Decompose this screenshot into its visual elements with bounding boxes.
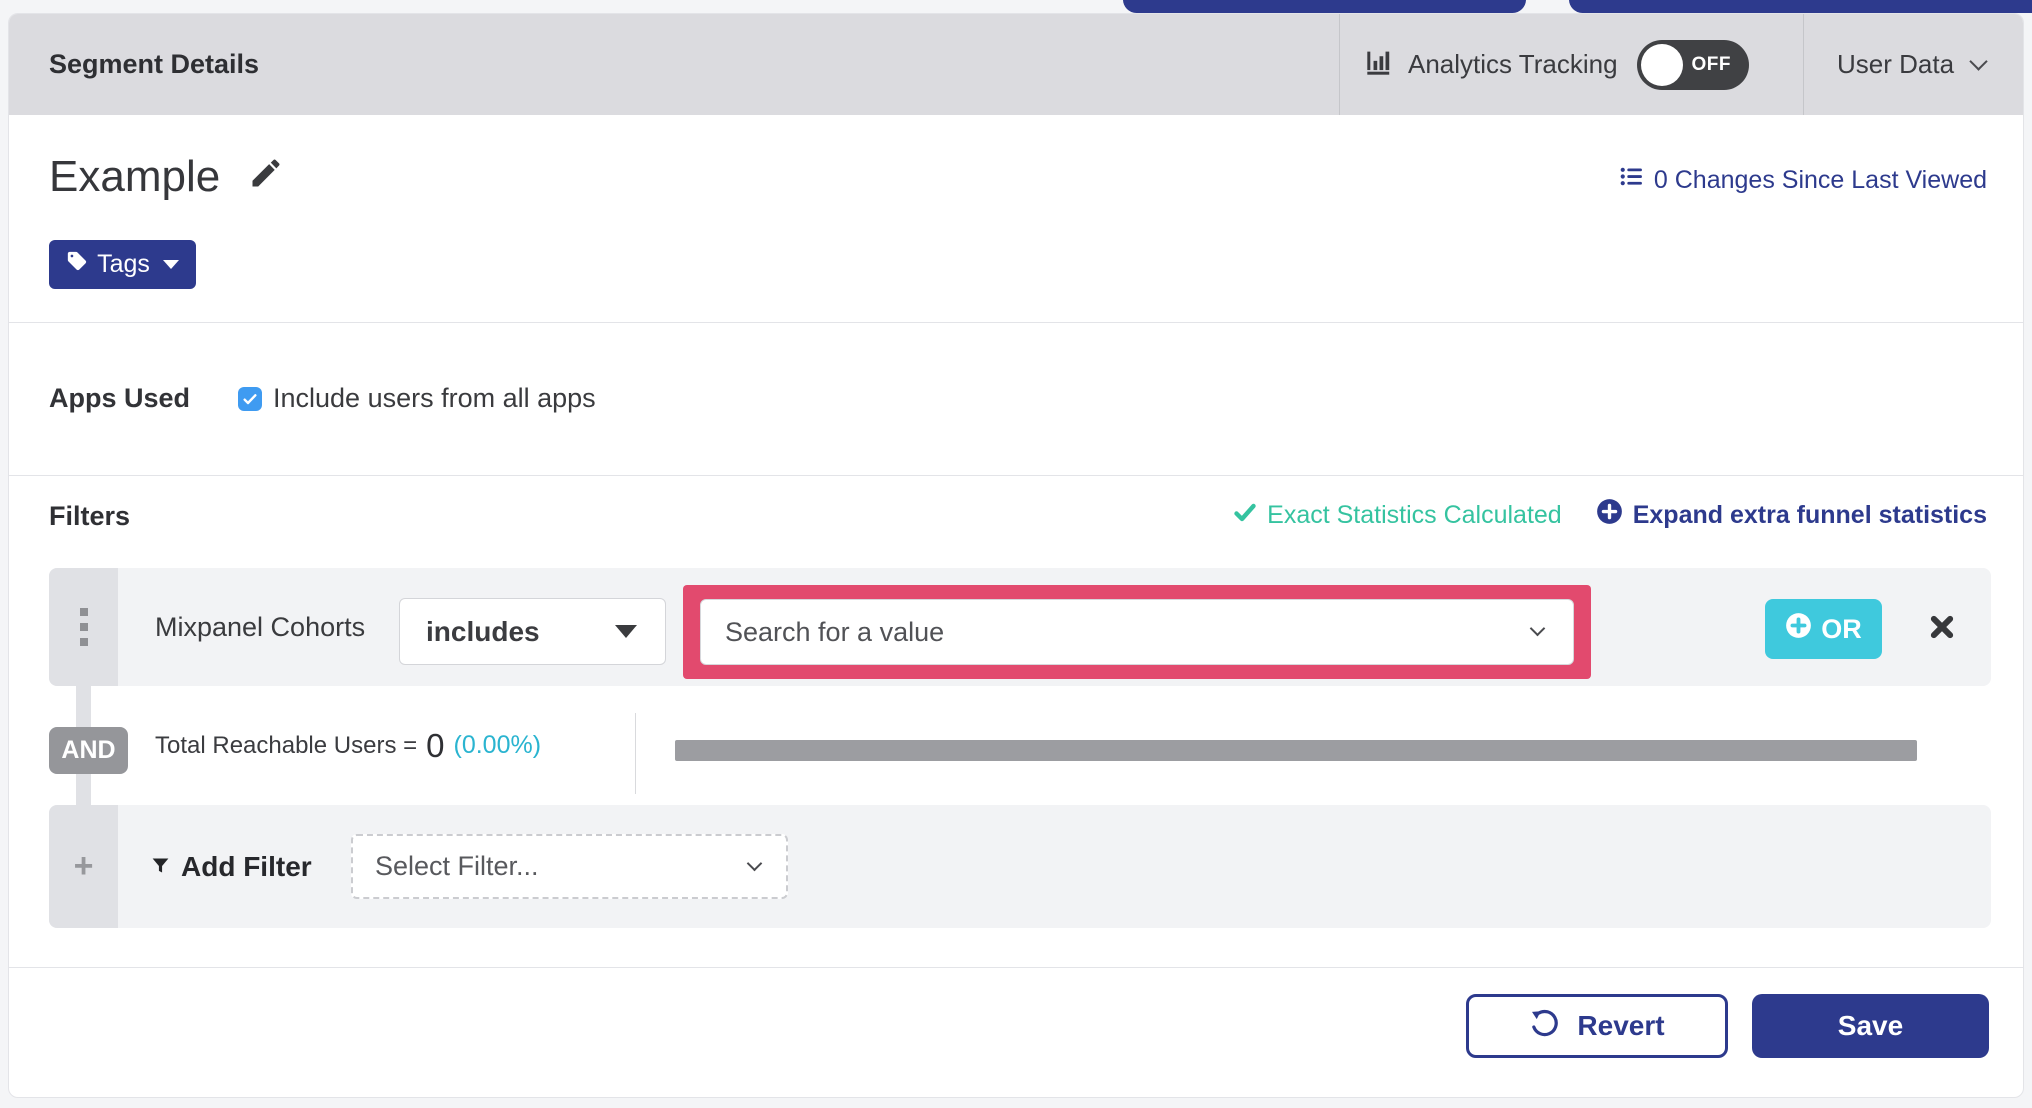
revert-icon xyxy=(1529,1008,1559,1045)
filter-category-label: Mixpanel Cohorts xyxy=(155,611,366,642)
section-divider xyxy=(9,475,2023,476)
revert-button[interactable]: Revert xyxy=(1466,994,1728,1058)
segment-name: Example xyxy=(49,152,221,201)
include-all-apps-label: Include users from all apps xyxy=(273,383,596,413)
changes-since-last-viewed-link[interactable]: 0 Changes Since Last Viewed xyxy=(1619,164,1987,196)
total-users-label: Total Reachable Users = xyxy=(155,731,418,759)
funnel-icon xyxy=(150,851,171,883)
drag-dot-icon xyxy=(79,608,88,616)
revert-button-label: Revert xyxy=(1577,1010,1665,1041)
totals-divider xyxy=(635,713,636,794)
card-header: Segment Details Analytics Tracking OFF U… xyxy=(9,14,2023,115)
tag-icon xyxy=(66,250,88,279)
operator-select[interactable]: includes xyxy=(399,598,666,665)
edit-pencil-icon[interactable] xyxy=(248,152,284,202)
add-or-condition-button[interactable]: OR xyxy=(1765,599,1882,659)
value-search-placeholder: Search for a value xyxy=(725,616,945,647)
drag-dot-icon xyxy=(79,623,88,631)
reach-progress-bar xyxy=(675,740,1917,761)
select-filter-placeholder: Select Filter... xyxy=(375,851,539,881)
chevron-down-icon xyxy=(746,855,763,871)
filters-heading: Filters xyxy=(49,501,131,531)
remove-filter-button[interactable] xyxy=(1927,568,1957,686)
header-divider xyxy=(1339,14,1340,115)
save-button[interactable]: Save xyxy=(1752,994,1989,1058)
filter-row: Mixpanel Cohorts includes Search for a v… xyxy=(49,568,1991,686)
changes-list-icon xyxy=(1619,164,1644,196)
analytics-tracking-group: Analytics Tracking OFF xyxy=(1365,14,1749,115)
toggle-knob xyxy=(1640,43,1683,86)
chevron-down-icon xyxy=(1969,51,1988,71)
operator-value: includes xyxy=(426,615,540,647)
caret-down-icon xyxy=(162,260,179,269)
page-title: Segment Details xyxy=(49,49,260,79)
exact-statistics-label: Exact Statistics Calculated xyxy=(1267,500,1562,529)
changes-link-label: 0 Changes Since Last Viewed xyxy=(1653,165,1987,194)
chevron-down-icon xyxy=(1529,620,1546,637)
filters-status-links: Exact Statistics Calculated Expand extra… xyxy=(1233,498,1987,532)
tags-button-label: Tags xyxy=(97,250,150,278)
apps-used-row: Apps Used Include users from all apps xyxy=(49,322,596,475)
and-badge: AND xyxy=(49,727,128,774)
drag-handle[interactable] xyxy=(49,568,118,686)
toggle-state-label: OFF xyxy=(1691,53,1732,75)
check-icon xyxy=(1233,500,1257,531)
user-data-label: User Data xyxy=(1837,49,1955,79)
plus-circle-icon xyxy=(1785,612,1812,646)
drag-dot-icon xyxy=(79,638,88,646)
highlight-annotation-box: Search for a value xyxy=(683,585,1591,679)
exact-statistics-status: Exact Statistics Calculated xyxy=(1233,500,1562,531)
analytics-tracking-label: Analytics Tracking xyxy=(1408,49,1618,79)
triangle-down-icon xyxy=(615,625,637,638)
top-cutoff-button-right[interactable] xyxy=(1569,0,2032,13)
expand-funnel-statistics-label: Expand extra funnel statistics xyxy=(1632,500,1987,529)
user-data-dropdown[interactable]: User Data xyxy=(1837,14,1988,115)
header-divider xyxy=(1803,14,1804,115)
analytics-tracking-toggle[interactable]: OFF xyxy=(1636,39,1749,90)
segment-details-card: Segment Details Analytics Tracking OFF U… xyxy=(8,13,2024,1098)
add-filter-label: Add Filter xyxy=(181,850,312,882)
add-filter-group: Add Filter xyxy=(150,805,312,928)
include-all-apps-checkbox[interactable] xyxy=(238,386,262,411)
tags-button[interactable]: Tags xyxy=(49,240,196,289)
or-button-label: OR xyxy=(1821,613,1862,644)
add-row-button[interactable]: + xyxy=(49,805,118,928)
footer-divider xyxy=(9,967,2023,968)
total-users-value: 0 xyxy=(426,726,445,764)
plus-circle-icon xyxy=(1596,498,1623,532)
save-button-label: Save xyxy=(1837,1010,1904,1041)
value-search-select[interactable]: Search for a value xyxy=(700,599,1574,665)
add-filter-row: + Add Filter Select Filter... xyxy=(49,805,1991,928)
top-cutoff-button-left[interactable] xyxy=(1123,0,1526,13)
analytics-chart-icon xyxy=(1365,47,1395,82)
segment-name-row: Example xyxy=(49,152,284,202)
select-filter-dropdown[interactable]: Select Filter... xyxy=(351,834,788,899)
total-users-percent: (0.00%) xyxy=(453,731,542,759)
total-reachable-users: Total Reachable Users = 0 (0.00%) xyxy=(155,686,541,805)
expand-funnel-statistics-link[interactable]: Expand extra funnel statistics xyxy=(1596,498,1987,532)
apps-used-label: Apps Used xyxy=(49,383,191,413)
